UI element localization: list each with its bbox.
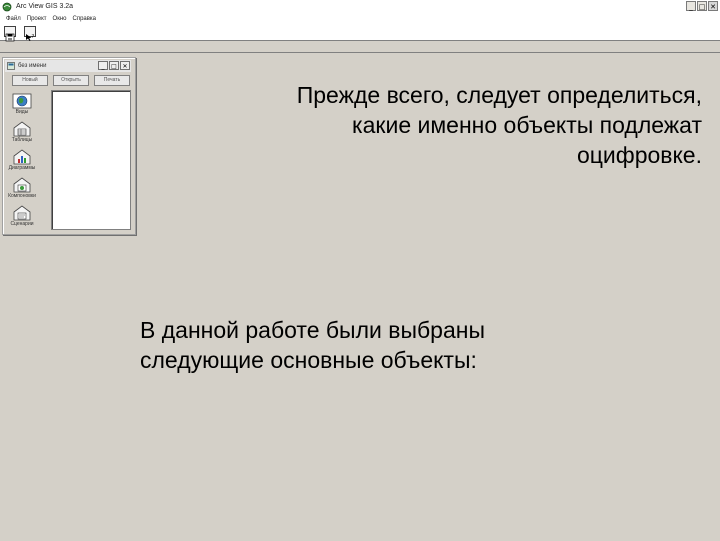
- layout-icon: [13, 177, 31, 193]
- slide-text-bottom-line-1: В данной работе были выбраны: [140, 317, 485, 343]
- open-button[interactable]: Открыть: [53, 75, 89, 86]
- doc-type-tables-label: Таблицы: [11, 137, 33, 143]
- doc-type-views[interactable]: Виды: [8, 92, 36, 118]
- slide-text-top-line-2: какие именно объекты подлежат: [352, 112, 702, 138]
- doc-type-layouts[interactable]: Компоновки: [8, 176, 36, 202]
- arcview-app-icon: [2, 2, 12, 11]
- title-bar: Arc View GIS 3.2a _ □ ✕: [0, 0, 720, 13]
- project-minimize-button[interactable]: _: [98, 61, 108, 70]
- svg-text:?: ?: [32, 34, 35, 40]
- project-close-button[interactable]: ✕: [120, 61, 130, 70]
- toolbar: ?: [0, 24, 720, 42]
- menu-window[interactable]: Окно: [53, 16, 67, 22]
- menu-help[interactable]: Справка: [72, 16, 96, 22]
- document-list[interactable]: [51, 90, 131, 230]
- doc-type-charts-label: Диаграммы: [8, 165, 36, 171]
- table-icon: [13, 121, 31, 137]
- help-icon: ?: [26, 34, 35, 41]
- doc-type-views-label: Виды: [15, 109, 29, 115]
- print-button[interactable]: Печать: [94, 75, 130, 86]
- new-button[interactable]: Новый: [12, 75, 48, 86]
- doc-type-scripts[interactable]: Сценарии: [8, 204, 36, 230]
- save-icon: [5, 33, 15, 42]
- minimize-button[interactable]: _: [686, 1, 696, 11]
- slide-text-top-line-3: оцифровке.: [576, 142, 702, 168]
- slide-text-top-line-1: Прежде всего, следует определиться,: [296, 82, 702, 108]
- doc-type-charts[interactable]: Диаграммы: [8, 148, 36, 174]
- menu-project[interactable]: Проект: [27, 16, 47, 22]
- doc-type-tables[interactable]: Таблицы: [8, 120, 36, 146]
- slide-text-bottom-line-2: следующие основные объекты:: [140, 347, 477, 373]
- menu-bar: Файл Проект Окно Справка: [0, 13, 720, 24]
- window-title: Arc View GIS 3.2a: [16, 3, 74, 10]
- project-window-titlebar[interactable]: без имени _ □ ✕: [5, 60, 131, 72]
- slide-text-top: Прежде всего, следует определиться, каки…: [297, 80, 702, 170]
- doc-type-scripts-label: Сценарии: [10, 221, 34, 227]
- slide-text-bottom: В данной работе были выбраны следующие о…: [140, 315, 485, 375]
- maximize-button[interactable]: □: [697, 1, 707, 11]
- project-maximize-button[interactable]: □: [109, 61, 119, 70]
- menu-file[interactable]: Файл: [6, 16, 21, 22]
- chart-icon: [13, 149, 31, 165]
- close-button[interactable]: ✕: [708, 1, 718, 11]
- project-window-title: без имени: [18, 63, 47, 69]
- globe-icon: [12, 93, 32, 109]
- help-button[interactable]: ?: [24, 26, 36, 41]
- project-icon: [7, 62, 15, 70]
- project-window: без имени _ □ ✕ Новый Открыть Печать Вид…: [2, 57, 136, 235]
- script-icon: [13, 205, 31, 221]
- doc-type-layouts-label: Компоновки: [8, 193, 36, 199]
- save-button[interactable]: [4, 26, 16, 42]
